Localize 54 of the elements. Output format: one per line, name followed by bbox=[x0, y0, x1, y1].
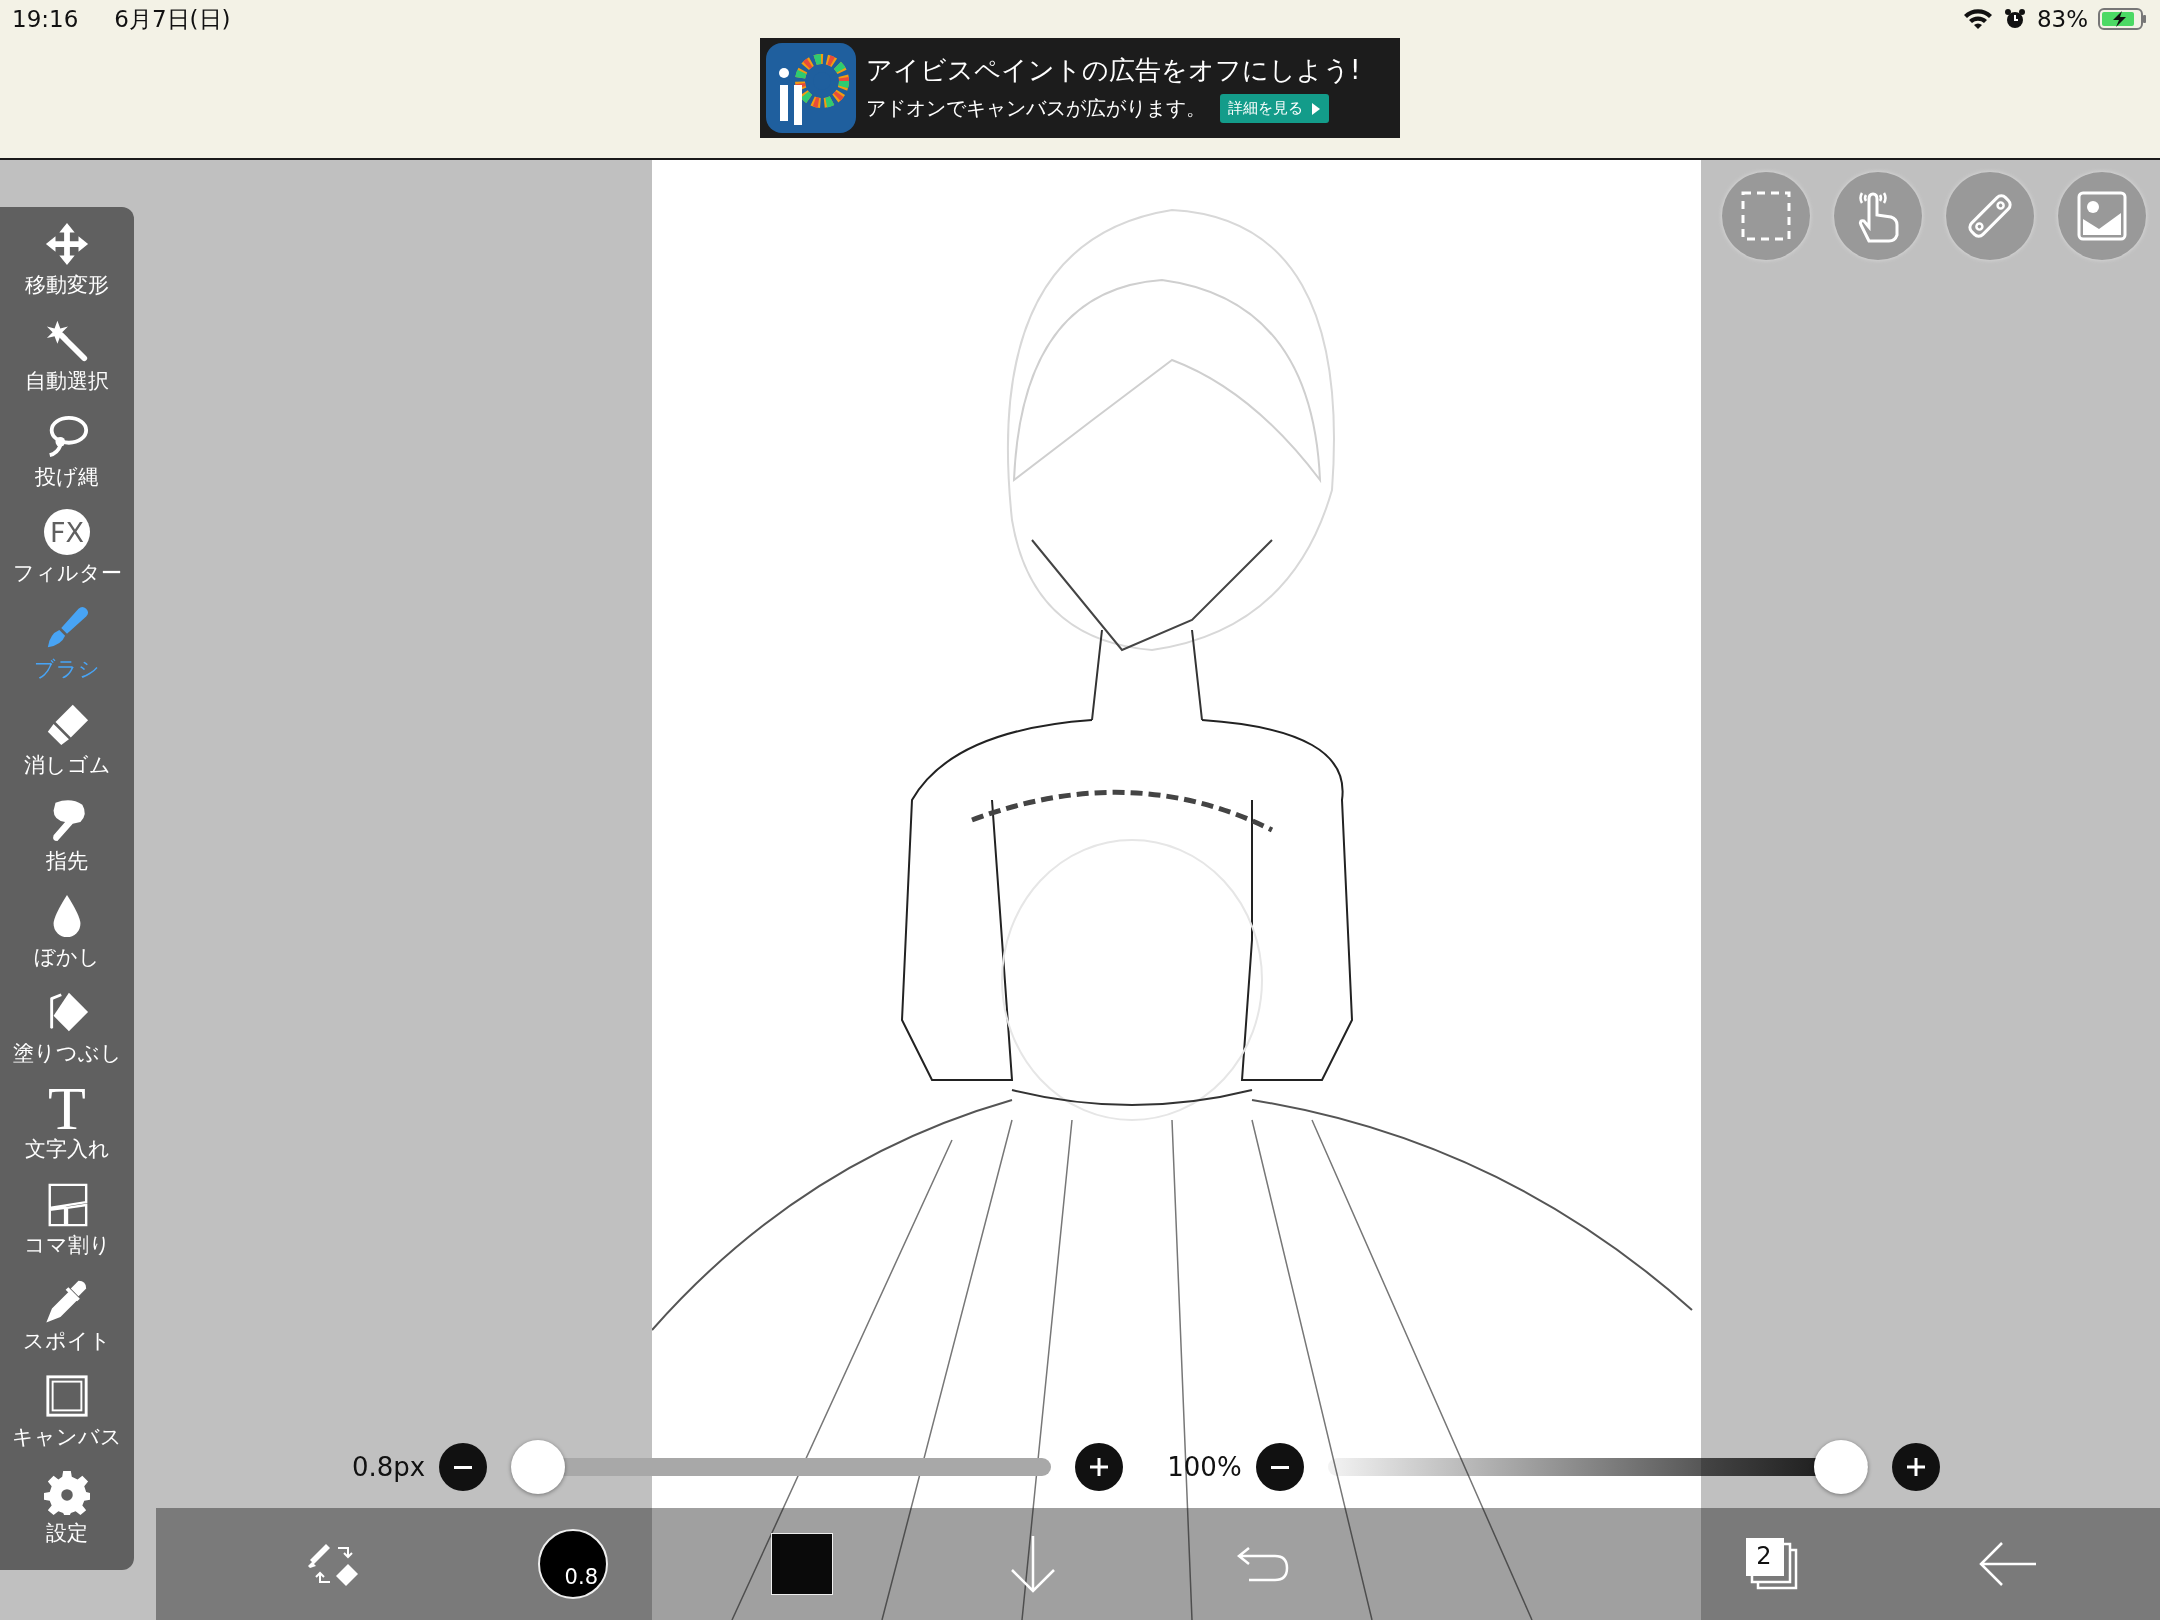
tool-button[interactable]: キャンバス bbox=[2, 1373, 132, 1469]
status-time: 19:16 bbox=[12, 6, 79, 32]
text-tool-icon: T bbox=[44, 1085, 90, 1131]
decrease-button[interactable] bbox=[439, 1443, 488, 1491]
filter-badge-icon: FX bbox=[44, 509, 90, 555]
increase-button[interactable] bbox=[1891, 1443, 1940, 1491]
color-swatch[interactable] bbox=[771, 1533, 833, 1595]
tool-button[interactable]: 消しゴム bbox=[2, 701, 132, 797]
minus-icon bbox=[1270, 1465, 1289, 1469]
brush-size-slider[interactable] bbox=[511, 1440, 1052, 1494]
ad-banner[interactable]: アイビスペイントの広告をオフにしよう! アドオンでキャンバスが広がります。 詳細を見る bbox=[760, 38, 1400, 138]
tool-button[interactable]: 自動選択 bbox=[2, 317, 132, 413]
tool-button[interactable]: スポイト bbox=[2, 1277, 132, 1373]
selection-button[interactable] bbox=[1722, 172, 1810, 260]
app-logo-icon bbox=[766, 43, 856, 133]
play-triangle-icon bbox=[1311, 101, 1321, 116]
tool-button[interactable]: 投げ縄 bbox=[2, 413, 132, 509]
touch-button[interactable] bbox=[1834, 172, 1922, 260]
plus-icon bbox=[1090, 1458, 1109, 1476]
down-arrow-icon bbox=[1008, 1534, 1058, 1594]
reference-button[interactable] bbox=[2058, 172, 2146, 260]
ruler-button[interactable] bbox=[1946, 172, 2034, 260]
status-date: 6月7日(日) bbox=[114, 4, 231, 34]
brush-size-reading: 0.8px bbox=[352, 1452, 426, 1482]
tool-button[interactable]: 移動変形 bbox=[2, 221, 132, 317]
brush-size-button[interactable]: 0.8 bbox=[538, 1529, 608, 1599]
opacity-reading: 100% bbox=[1167, 1452, 1242, 1482]
move-arrows-icon bbox=[44, 221, 90, 267]
dashed-rectangle-icon bbox=[1741, 191, 1791, 241]
wifi-icon bbox=[1962, 7, 1993, 31]
alarm-icon bbox=[2002, 7, 2027, 31]
undo-icon bbox=[1235, 1544, 1291, 1584]
tool-button[interactable]: ぼかし bbox=[2, 893, 132, 989]
tool-button[interactable]: FX フィルター bbox=[2, 509, 132, 605]
tool-button[interactable]: 指先 bbox=[2, 797, 132, 893]
tool-button[interactable]: 塗りつぶし bbox=[2, 989, 132, 1085]
ad-title: アイビスペイントの広告をオフにしよう! bbox=[866, 54, 1361, 87]
minus-icon bbox=[454, 1465, 473, 1469]
tool-button[interactable]: 設定 bbox=[2, 1469, 132, 1565]
image-icon bbox=[2077, 191, 2127, 241]
layers-button[interactable]: 2 bbox=[1744, 1536, 1800, 1592]
layers-icon bbox=[1744, 1536, 1800, 1592]
battery-percentage: 83% bbox=[2036, 6, 2088, 32]
plus-icon bbox=[1906, 1458, 1925, 1476]
ad-subtitle: アドオンでキャンバスが広がります。 bbox=[866, 95, 1206, 122]
details-button[interactable]: 詳細を見る bbox=[1220, 94, 1329, 123]
slider-thumb[interactable] bbox=[511, 1440, 566, 1494]
gear-icon bbox=[44, 1469, 90, 1515]
slider-thumb[interactable] bbox=[1813, 1440, 1868, 1494]
battery-icon bbox=[2098, 7, 2148, 31]
tool-button[interactable]: コマ割り bbox=[2, 1181, 132, 1277]
opacity-slider[interactable] bbox=[1327, 1440, 1868, 1494]
tool-button[interactable]: T 文字入れ bbox=[2, 1085, 132, 1181]
canvas-frame-icon bbox=[44, 1373, 90, 1419]
